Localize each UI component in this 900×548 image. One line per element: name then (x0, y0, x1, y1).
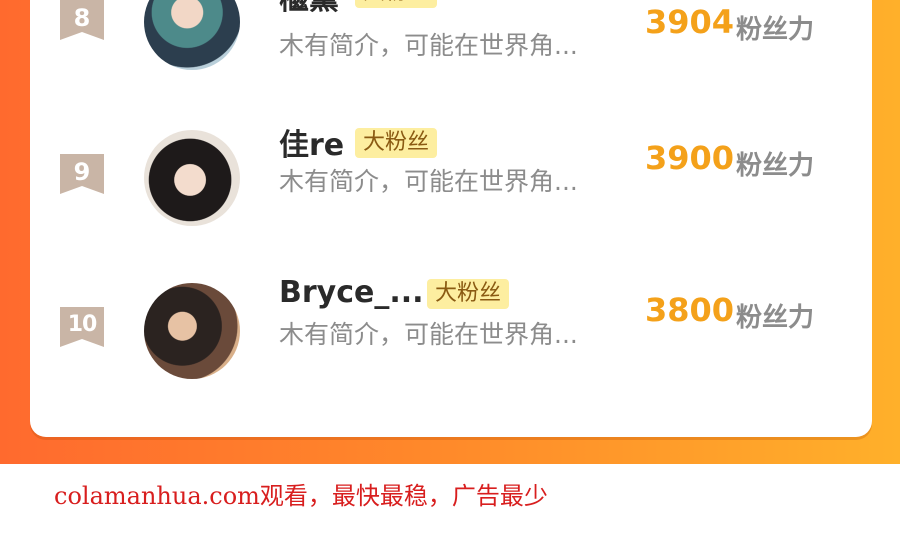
watermark-text: colamanhua.com观看，最快最稳，广告最少 (54, 482, 548, 510)
avatar[interactable] (144, 0, 240, 70)
leaderboard-row[interactable]: 9 佳re 大粉丝 木有简介，可能在世界角... 3900 粉丝力 (30, 128, 872, 232)
user-description: 木有简介，可能在世界角... (279, 167, 578, 196)
user-description: 木有简介，可能在世界角... (279, 31, 578, 60)
fan-score-unit: 粉丝力 (736, 151, 815, 181)
fan-score: 3904 (645, 3, 735, 41)
fan-score: 3800 (645, 291, 735, 329)
user-name[interactable]: Bryce_... (279, 275, 424, 310)
fan-score-unit: 粉丝力 (736, 15, 815, 45)
user-name[interactable]: 檵薰 (279, 0, 339, 18)
avatar[interactable] (144, 283, 240, 379)
user-name[interactable]: 佳re (279, 120, 344, 164)
fan-level-badge: 大粉丝 (427, 279, 510, 309)
fan-level-badge: 大粉丝 (355, 128, 438, 158)
fan-level-badge: 大粉丝 (355, 0, 438, 8)
rank-badge: 10 (60, 307, 104, 347)
leaderboard-row[interactable]: 10 Bryce_... 大粉丝 木有简介，可能在世界角... 3800 粉丝力 (30, 275, 872, 385)
fan-score: 3900 (645, 139, 735, 177)
user-description: 木有简介，可能在世界角... (279, 320, 578, 349)
rank-badge: 8 (60, 0, 104, 40)
leaderboard-row[interactable]: 8 檵薰 大粉丝 木有简介，可能在世界角... 3904 粉丝力 (30, 0, 872, 80)
rank-badge: 9 (60, 154, 104, 194)
avatar[interactable] (144, 130, 240, 226)
leaderboard-card: 8 檵薰 大粉丝 木有简介，可能在世界角... 3904 粉丝力 9 佳re 大… (30, 0, 872, 437)
fan-score-unit: 粉丝力 (736, 303, 815, 333)
